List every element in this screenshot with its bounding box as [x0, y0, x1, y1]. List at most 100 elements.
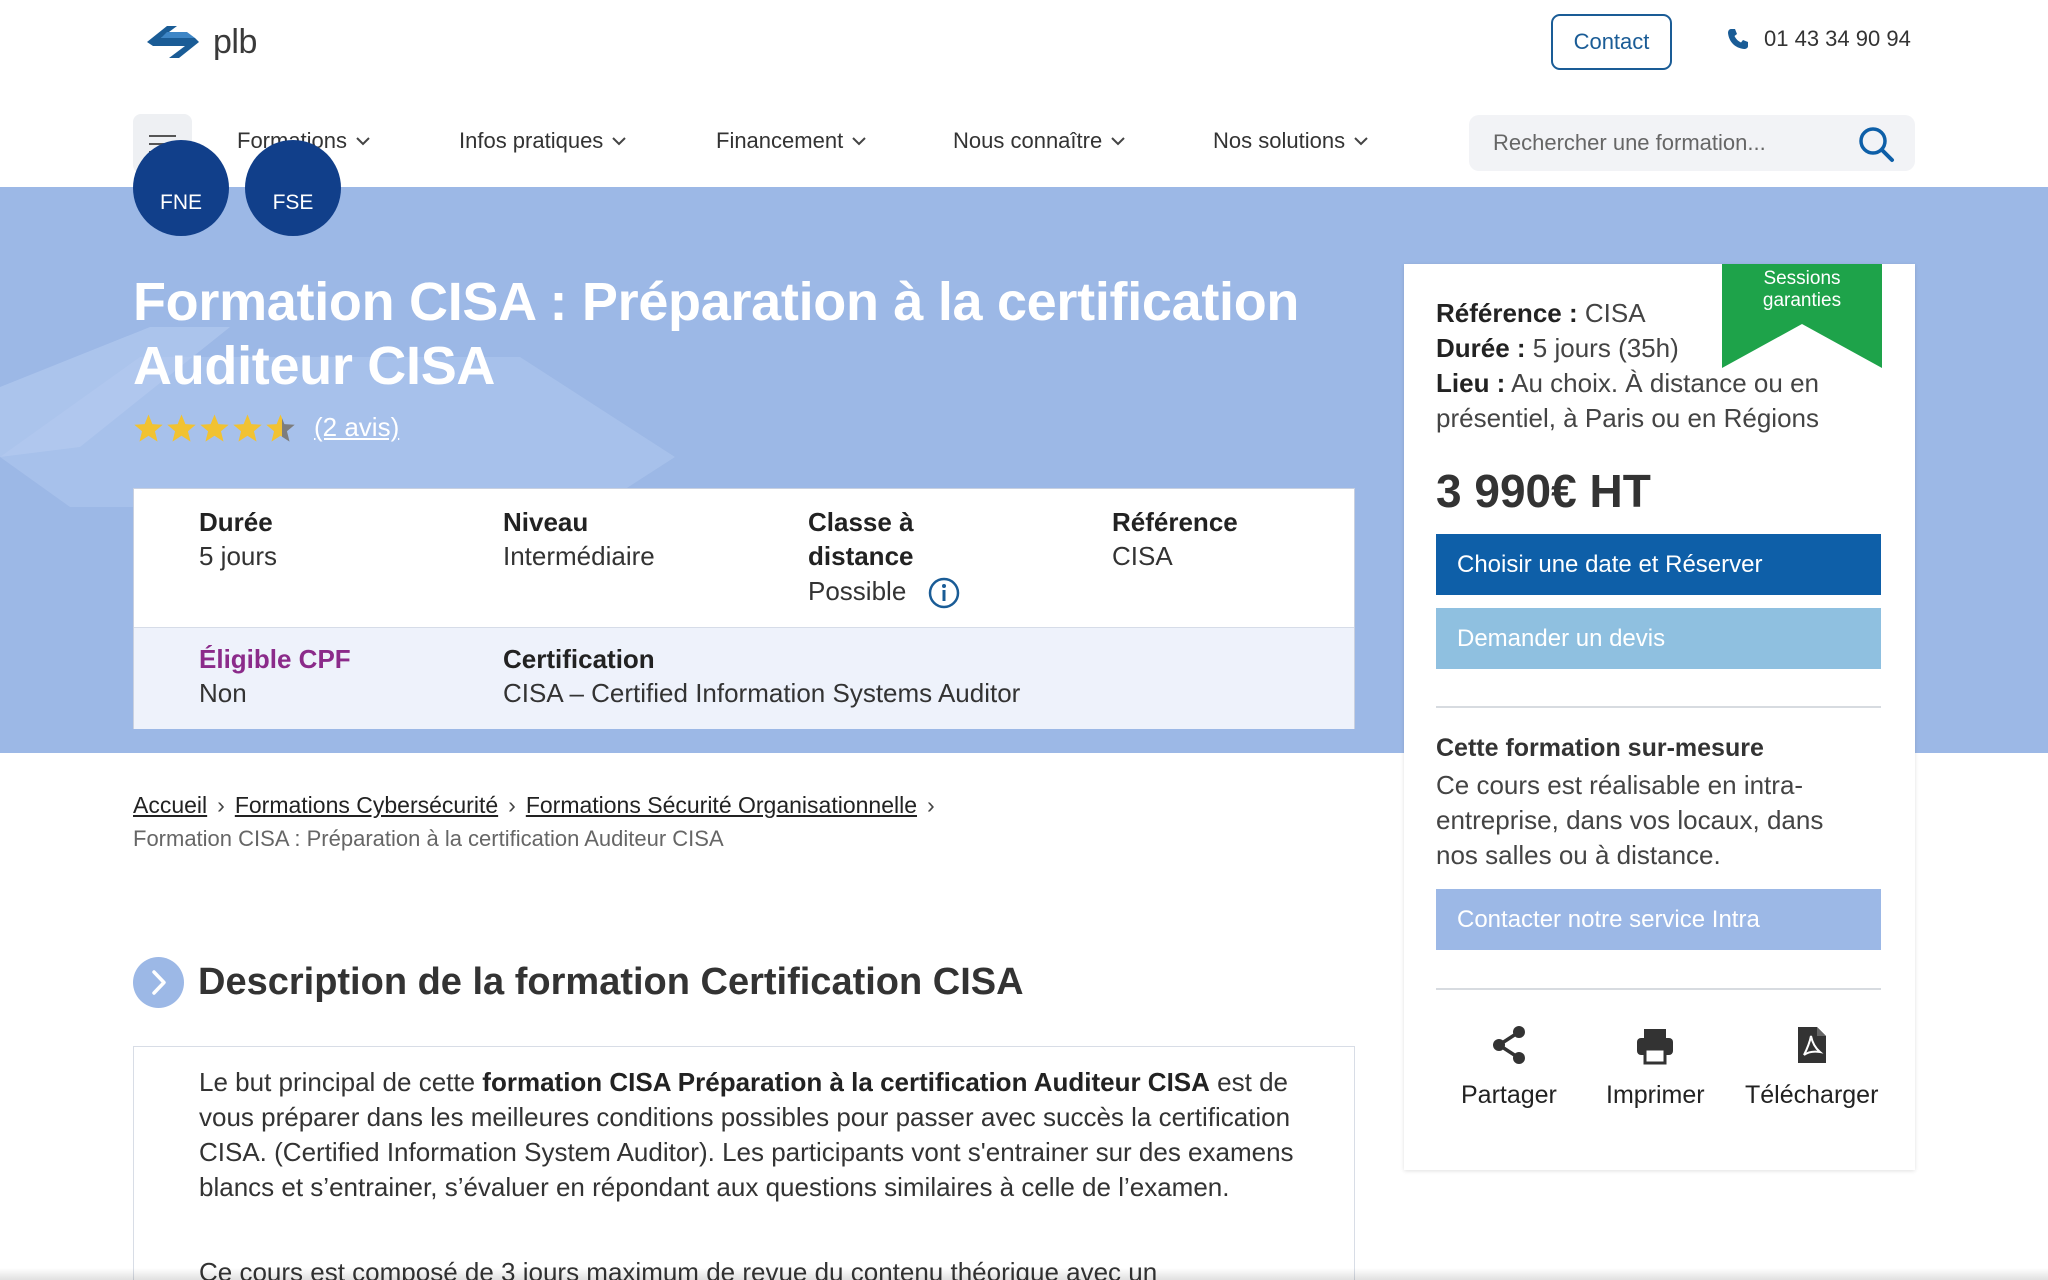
- breadcrumb-link[interactable]: Formations Sécurité Organisationnelle: [526, 792, 917, 818]
- ribbon-line: Sessions: [1763, 268, 1841, 289]
- star-icon: [200, 413, 229, 442]
- info-label: Niveau: [503, 507, 589, 537]
- summary-label: Référence :: [1436, 298, 1578, 328]
- info-value: Possible: [808, 576, 907, 606]
- logo[interactable]: plb: [143, 20, 257, 64]
- info-certification: Certification CISA – Certified Informati…: [503, 642, 1020, 710]
- chevron-down-icon: [1111, 136, 1125, 145]
- action-label: Partager: [1461, 1081, 1557, 1109]
- info-label: Classe à distance: [808, 507, 914, 571]
- chevron-down-icon: [356, 136, 370, 145]
- chevron-right-circle-icon: [133, 957, 184, 1008]
- search-input[interactable]: [1493, 129, 1843, 157]
- summary-label: Durée :: [1436, 333, 1526, 363]
- rating: (2 avis): [133, 412, 399, 443]
- info-label: Référence: [1112, 507, 1238, 537]
- custom-training-text: Ce cours est réalisable en intra-entrepr…: [1436, 770, 1824, 870]
- phone-link[interactable]: 01 43 34 90 94: [1726, 26, 1911, 52]
- nav-label: Nous connaître: [953, 128, 1103, 153]
- info-card: Durée 5 jours Niveau Intermédiaire Class…: [133, 488, 1355, 729]
- course-summary: Référence : CISA Durée : 5 jours (35h) L…: [1436, 296, 1856, 436]
- description-bold: formation CISA Préparation à la certific…: [482, 1067, 1210, 1097]
- info-label: Certification: [503, 644, 655, 674]
- info-row-secondary: Éligible CPF Non Certification CISA – Ce…: [134, 627, 1354, 729]
- description-paragraph: Le but principal de cette formation CISA…: [199, 1065, 1299, 1205]
- nav-label: Infos pratiques: [459, 128, 604, 153]
- contact-button[interactable]: Contact: [1551, 14, 1672, 70]
- phone-number: 01 43 34 90 94: [1764, 26, 1911, 51]
- reserve-button[interactable]: Choisir une date et Réserver: [1436, 534, 1881, 595]
- badge-fse: FSE: [245, 140, 341, 236]
- breadcrumb-separator: ›: [508, 792, 516, 818]
- nav-nos-solutions[interactable]: Nos solutions: [1213, 128, 1368, 154]
- quote-button[interactable]: Demander un devis: [1436, 608, 1881, 669]
- summary-value: CISA: [1577, 298, 1646, 328]
- section-title: Description de la formation Certificatio…: [198, 961, 1024, 1003]
- price: 3 990€ HT: [1436, 465, 1651, 517]
- description-box: Le but principal de cette formation CISA…: [133, 1046, 1355, 1280]
- summary-reference: Référence : CISA: [1436, 296, 1856, 331]
- info-value: Non: [199, 678, 247, 708]
- hamburger-icon: [149, 134, 176, 137]
- info-label: Durée: [199, 507, 273, 537]
- print-icon: [1637, 1029, 1674, 1065]
- star-icon: [167, 413, 196, 442]
- info-distance-value: Possible: [808, 574, 960, 609]
- summary-duree: Durée : 5 jours (35h): [1436, 331, 1856, 366]
- nav-label: Nos solutions: [1213, 128, 1346, 153]
- phone-icon: [1728, 29, 1748, 49]
- badge-fne: FNE: [133, 140, 229, 236]
- summary-lieu: Lieu : Au choix. À distance ou en présen…: [1436, 366, 1856, 436]
- divider: [1436, 706, 1881, 708]
- reviews-link[interactable]: (2 avis): [314, 412, 399, 443]
- breadcrumb-link[interactable]: Accueil: [133, 792, 207, 818]
- section-header: Description de la formation Certificatio…: [133, 957, 1024, 1008]
- share-icon: [1492, 1026, 1525, 1064]
- chevron-down-icon: [852, 136, 866, 145]
- action-label: Imprimer: [1606, 1081, 1705, 1109]
- info-cpf: Éligible CPF Non: [199, 642, 351, 710]
- info-niveau: Niveau Intermédiaire: [503, 505, 655, 573]
- summary-value: 5 jours (35h): [1525, 333, 1679, 363]
- search-icon[interactable]: [1857, 125, 1895, 163]
- star-icon: [233, 413, 262, 442]
- info-distance: Classe à distance: [808, 505, 958, 573]
- star-half-icon: [266, 413, 295, 442]
- breadcrumb-separator: ›: [927, 792, 935, 818]
- action-label: Télécharger: [1745, 1081, 1879, 1109]
- breadcrumb: Accueil › Formations Cybersécurité › Formati…: [133, 788, 1133, 856]
- search-box: [1469, 115, 1915, 171]
- divider: [1436, 988, 1881, 990]
- info-label: Éligible CPF: [199, 644, 351, 674]
- top-bar: plb Contact 01 43 34 90 94: [0, 0, 2048, 84]
- page-title: Formation CISA : Préparation à la certif…: [133, 272, 1300, 396]
- description-text: Le but principal de cette: [199, 1067, 483, 1097]
- info-reference: Référence CISA: [1112, 505, 1238, 573]
- nav-financement[interactable]: Financement: [716, 128, 866, 154]
- logo-text: plb: [213, 22, 257, 61]
- nav-infos-pratiques[interactable]: Infos pratiques: [459, 128, 627, 154]
- download-action[interactable]: Télécharger: [1745, 1025, 1878, 1110]
- pdf-icon: [1797, 1027, 1826, 1063]
- breadcrumb-link[interactable]: Formations Cybersécurité: [235, 792, 498, 818]
- contact-intra-button[interactable]: Contacter notre service Intra: [1436, 889, 1881, 950]
- nav-nous-connaitre[interactable]: Nous connaître: [953, 128, 1125, 154]
- custom-training-title: Cette formation sur-mesure: [1436, 734, 1764, 762]
- info-value: CISA – Certified Information Systems Aud…: [503, 678, 1021, 708]
- info-value: 5 jours: [199, 541, 278, 571]
- info-value: CISA: [1112, 541, 1173, 571]
- nav-label: Financement: [716, 128, 844, 153]
- breadcrumb-current: Formation CISA : Préparation à la certif…: [133, 826, 724, 851]
- chevron-down-icon: [612, 136, 627, 145]
- print-action[interactable]: Imprimer: [1606, 1025, 1705, 1110]
- info-icon[interactable]: [928, 577, 960, 609]
- info-duree: Durée 5 jours: [199, 505, 277, 573]
- bottom-shadow: [0, 1268, 2048, 1280]
- chevron-down-icon: [1354, 136, 1368, 145]
- summary-label: Lieu :: [1436, 368, 1506, 398]
- info-value: Intermédiaire: [503, 541, 655, 571]
- breadcrumb-separator: ›: [217, 792, 225, 818]
- share-action[interactable]: Partager: [1461, 1025, 1557, 1110]
- star-icon: [134, 413, 163, 442]
- logo-icon: [147, 26, 199, 58]
